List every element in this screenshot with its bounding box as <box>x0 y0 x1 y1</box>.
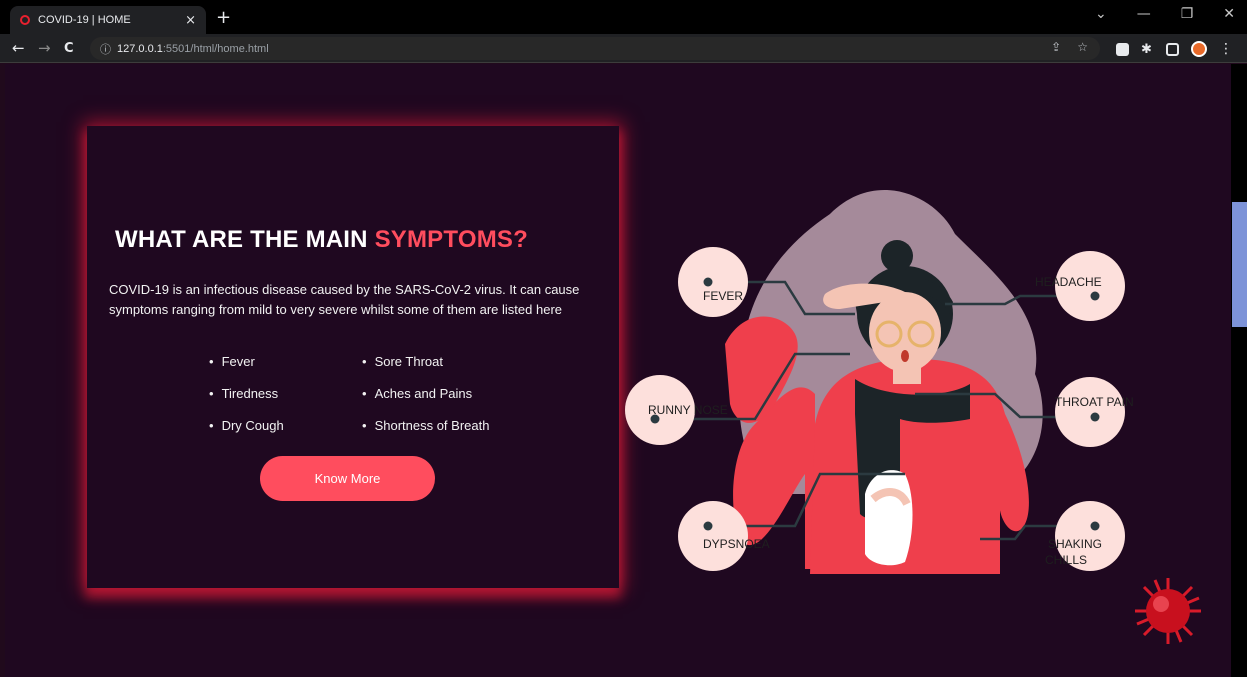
kebab-menu-icon[interactable]: ⋮ <box>1219 42 1233 56</box>
list-item: Sore Throat <box>362 354 532 371</box>
page-viewport: WHAT ARE THE MAIN SYMPTOMS? COVID-19 is … <box>5 64 1231 677</box>
omnibox-actions: ⇪ ☆ <box>1051 40 1088 54</box>
tab-search-chevron-icon[interactable]: ⌄ <box>1095 6 1107 22</box>
list-item: Dry Cough <box>209 418 362 435</box>
scrollbar-thumb[interactable] <box>1232 202 1247 327</box>
headache-dot <box>1090 291 1100 301</box>
label-runny-nose: RUNNY NOSE <box>648 403 728 417</box>
tab-home[interactable]: COVID-19 | HOME × <box>10 6 206 34</box>
url-path: :5501/html/home.html <box>162 42 269 55</box>
share-icon[interactable]: ⇪ <box>1051 40 1061 54</box>
list-item: Tiredness <box>209 386 362 403</box>
browser-window: COVID-19 | HOME × + ⌄ — ❐ ✕ ← → C ⓘ 127.… <box>0 0 1247 677</box>
hair-bun <box>881 240 913 272</box>
new-tab-button[interactable]: + <box>216 7 231 28</box>
throat-pain-bubble <box>1055 377 1125 447</box>
restore-button[interactable]: ❐ <box>1181 6 1194 22</box>
mouth <box>901 350 909 362</box>
fever-dot <box>703 277 713 287</box>
puzzle-icon[interactable]: ✱ <box>1141 43 1154 56</box>
symptoms-illustration: FEVER HEADACHE RUNNY NOSE THROAT PAIN DY… <box>625 190 1134 574</box>
browser-toolbar: ← → C ⓘ 127.0.0.1 :5501/html/home.html ⇪… <box>0 34 1247 63</box>
virus-icon <box>1135 578 1201 644</box>
tab-strip: COVID-19 | HOME × + ⌄ — ❐ ✕ <box>0 0 1247 34</box>
window-controls: ⌄ — ❐ ✕ <box>1095 6 1235 22</box>
minimize-button[interactable]: — <box>1137 6 1151 22</box>
dypsnoea-dot <box>703 521 713 531</box>
site-info-icon[interactable]: ⓘ <box>100 41 111 57</box>
dypsnoea-bubble <box>678 501 748 571</box>
tab-close-icon[interactable]: × <box>185 13 196 28</box>
extension-icons: ✱ ⋮ <box>1116 41 1233 57</box>
label-headache: HEADACHE <box>1035 275 1102 289</box>
tissue <box>865 470 913 566</box>
url-host: 127.0.0.1 <box>117 42 163 55</box>
label-chills: CHILLS <box>1045 553 1087 567</box>
intro-text: COVID-19 is an infectious disease caused… <box>109 282 580 317</box>
profile-avatar[interactable] <box>1191 41 1207 57</box>
label-fever: FEVER <box>703 289 743 303</box>
reload-button[interactable]: C <box>64 41 74 56</box>
know-more-button[interactable]: Know More <box>260 456 435 501</box>
heading-accent: SYMPTOMS? <box>374 226 528 253</box>
forward-button[interactable]: → <box>38 39 51 57</box>
address-bar[interactable]: ⓘ 127.0.0.1 :5501/html/home.html ⇪ ☆ <box>90 37 1100 60</box>
scrollbar-track[interactable] <box>1231 64 1247 677</box>
label-shaking: SHAKING <box>1048 537 1102 551</box>
throat-pain-dot <box>1090 412 1100 422</box>
bookmark-star-icon[interactable]: ☆ <box>1077 40 1088 54</box>
opera-favicon-icon <box>20 15 30 25</box>
label-throat-pain: THROAT PAIN <box>1055 395 1134 409</box>
list-item: Aches and Pains <box>362 386 532 403</box>
shaking-chills-dot <box>1090 521 1100 531</box>
heading-main: WHAT ARE THE MAIN <box>115 226 375 253</box>
close-window-button[interactable]: ✕ <box>1223 6 1235 22</box>
symptoms-card: WHAT ARE THE MAIN SYMPTOMS? COVID-19 is … <box>87 126 619 588</box>
symptom-list: Fever Sore Throat Tiredness Aches and Pa… <box>209 354 529 435</box>
page-heading: WHAT ARE THE MAIN SYMPTOMS? <box>115 226 528 254</box>
tab-title: COVID-19 | HOME <box>38 14 131 26</box>
back-button[interactable]: ← <box>12 39 25 57</box>
label-dypsnoea: DYPSNOEA <box>703 537 770 551</box>
extension-icon[interactable] <box>1116 42 1129 56</box>
list-item: Fever <box>209 354 362 371</box>
list-item: Shortness of Breath <box>362 418 532 435</box>
side-panel-icon[interactable] <box>1166 42 1179 56</box>
fever-bubble <box>678 247 748 317</box>
